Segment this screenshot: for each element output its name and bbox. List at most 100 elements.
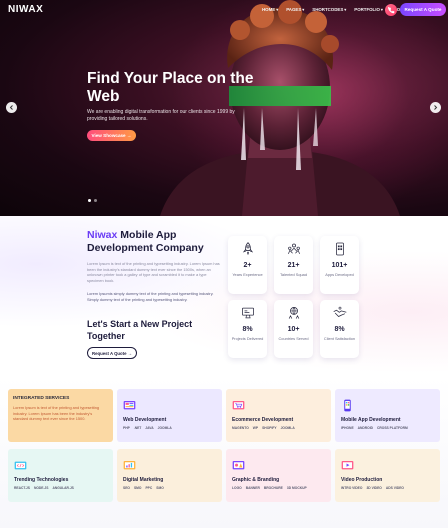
service-tag[interactable]: PPC xyxy=(145,486,152,490)
carousel-dot[interactable] xyxy=(94,199,97,202)
chevron-down-icon: ▾ xyxy=(276,7,279,12)
service-tags: PHP .NET JAVA JOOMLA xyxy=(123,426,172,430)
carousel-next-button[interactable] xyxy=(430,102,441,113)
request-quote-outline-button[interactable]: Request A Quote → xyxy=(87,347,137,359)
site-logo[interactable]: NIWAX xyxy=(8,4,43,15)
mobile-app-icon xyxy=(344,399,351,412)
menu-item-portfolio[interactable]: PORTFOLIO ▾ xyxy=(354,7,383,12)
chevron-down-icon: ▾ xyxy=(344,7,347,12)
service-tag[interactable]: ADS VIDEO xyxy=(386,486,404,490)
service-tag[interactable]: JOOMLA xyxy=(158,426,172,430)
service-tag[interactable]: SMO xyxy=(156,486,164,490)
stat-value: 8% xyxy=(242,326,253,333)
hero-banner: NIWAX HOME ▾ PAGES ▾ SHORTCODES ▾ PORTFOLIO… xyxy=(0,0,448,216)
menu-item-label: HOME xyxy=(262,7,276,12)
carousel-prev-button[interactable] xyxy=(6,102,17,113)
stat-card: 8% Client Satisfaction xyxy=(320,300,359,358)
arrow-right-icon: → xyxy=(127,350,133,356)
handshake-icon xyxy=(333,306,346,317)
chevron-down-icon: ▾ xyxy=(380,7,383,12)
graphic-icon xyxy=(232,460,245,470)
service-name: Web Development xyxy=(123,417,167,423)
about-paragraph-secondary: Lorem Ipsumis simply dummy text of the p… xyxy=(87,291,214,302)
view-showcase-button[interactable]: View Showcase → xyxy=(87,130,136,141)
carousel-dot[interactable] xyxy=(88,199,91,202)
service-name: Ecommerce Development xyxy=(232,417,294,423)
service-tag[interactable]: SMO xyxy=(134,486,142,490)
service-card-mobile-app-development[interactable]: Mobile App Development IPHONE ANDROID CR… xyxy=(335,389,440,442)
service-tag[interactable]: WP xyxy=(253,426,258,430)
stat-value: 21+ xyxy=(287,262,300,269)
service-name: Trending Technologies xyxy=(14,477,69,483)
integrated-services-text: Lorem Ipsum is text of the printing and … xyxy=(13,405,100,422)
service-tags: REACT.JS NODE.JS ANGULAR.JS xyxy=(14,486,74,490)
service-tag[interactable]: JAVA xyxy=(145,426,153,430)
menu-item-pages[interactable]: PAGES ▾ xyxy=(286,7,304,12)
team-icon xyxy=(287,243,300,255)
service-tag[interactable]: BANNER xyxy=(246,486,260,490)
service-card-trending-technologies[interactable]: Trending Technologies REACT.JS NODE.JS A… xyxy=(8,449,113,502)
service-tag[interactable]: NODE.JS xyxy=(34,486,48,490)
service-tag[interactable]: CROSS PLATFORM xyxy=(377,426,408,430)
service-card-graphic-branding[interactable]: Graphic & Branding LOGO BANNER BROCHURE … xyxy=(226,449,331,502)
menu-item-label: PORTFOLIO xyxy=(354,7,380,12)
stat-card: 10+ Countries Served xyxy=(274,300,313,358)
stat-value: 101+ xyxy=(331,262,348,269)
integrated-services-card: INTEGRATED SERVICES Lorem Ipsum is text … xyxy=(8,389,113,442)
service-tag[interactable]: REACT.JS xyxy=(14,486,30,490)
integrated-services-title: INTEGRATED SERVICES xyxy=(13,396,70,401)
service-tag[interactable]: .NET xyxy=(134,426,142,430)
chevron-down-icon: ▾ xyxy=(302,7,305,12)
menu-item-label: SHORTCODES xyxy=(312,7,344,12)
service-tag[interactable]: BROCHURE xyxy=(264,486,283,490)
service-tags: LOGO BANNER BROCHURE 3D MOCKUP xyxy=(232,486,307,490)
services-section: INTEGRATED SERVICES Lorem Ipsum is text … xyxy=(0,376,448,528)
service-tag[interactable]: LOGO xyxy=(232,486,242,490)
stat-card: 21+ Talented Squad xyxy=(274,236,313,294)
service-tags: INTRO VIDEO 3D VIDEO ADS VIDEO xyxy=(341,486,404,490)
service-tag[interactable]: SEO xyxy=(123,486,130,490)
stat-value: 10+ xyxy=(287,326,300,333)
service-tag[interactable]: ANDROID xyxy=(358,426,373,430)
service-tag[interactable]: 3D MOCKUP xyxy=(287,486,307,490)
menu-item-shortcodes[interactable]: SHORTCODES ▾ xyxy=(312,7,346,12)
monitor-icon xyxy=(241,307,254,319)
stat-label: Apps Developed xyxy=(325,272,354,277)
service-tags: IPHONE ANDROID CROSS PLATFORM xyxy=(341,426,408,430)
stat-card: 101+ Apps Developed xyxy=(320,236,359,294)
hero-title: Find Your Place on the Web xyxy=(87,70,254,105)
video-icon xyxy=(341,460,354,470)
top-navigation: NIWAX HOME ▾ PAGES ▾ SHORTCODES ▾ PORTFOLIO… xyxy=(0,0,448,20)
arrow-right-icon: → xyxy=(126,133,132,138)
service-tags: SEO SMO PPC SMO xyxy=(123,486,164,490)
service-tag[interactable]: IPHONE xyxy=(341,426,354,430)
chevron-left-icon xyxy=(9,105,13,110)
service-tag[interactable]: INTRO VIDEO xyxy=(341,486,362,490)
service-tag[interactable]: SHOPIFY xyxy=(262,426,276,430)
menu-item-home[interactable]: HOME ▾ xyxy=(262,7,278,12)
phone-icon xyxy=(387,6,394,13)
service-card-web-development[interactable]: Web Development PHP .NET JAVA JOOMLA xyxy=(117,389,222,442)
service-card-video-production[interactable]: Video Production INTRO VIDEO 3D VIDEO AD… xyxy=(335,449,440,502)
service-card-digital-marketing[interactable]: Digital Marketing SEO SMO PPC SMO xyxy=(117,449,222,502)
button-label: View Showcase xyxy=(91,133,126,138)
tech-icon xyxy=(14,461,27,470)
service-tags: MAGENTO WP SHOPIFY JOOMLA xyxy=(232,426,295,430)
stat-label: Talented Squad xyxy=(279,272,308,277)
chevron-right-icon xyxy=(434,105,438,110)
service-tag[interactable]: ANGULAR.JS xyxy=(52,486,73,490)
brand-name: Niwax xyxy=(87,229,118,241)
request-quote-button[interactable]: Request A Quote xyxy=(400,3,446,16)
service-name: Digital Marketing xyxy=(123,477,164,483)
globe-people-icon xyxy=(288,307,299,319)
web-dev-icon xyxy=(123,400,136,410)
phone-call-button[interactable] xyxy=(385,4,397,16)
about-paragraph: Lorem Ipsum is text of the printing and … xyxy=(87,261,220,283)
ecommerce-icon xyxy=(232,400,245,410)
service-name: Mobile App Development xyxy=(341,417,401,423)
service-card-ecommerce-development[interactable]: Ecommerce Development MAGENTO WP SHOPIFY… xyxy=(226,389,331,442)
service-tag[interactable]: JOOMLA xyxy=(281,426,295,430)
service-tag[interactable]: 3D VIDEO xyxy=(366,486,381,490)
service-tag[interactable]: PHP xyxy=(123,426,130,430)
service-tag[interactable]: MAGENTO xyxy=(232,426,249,430)
